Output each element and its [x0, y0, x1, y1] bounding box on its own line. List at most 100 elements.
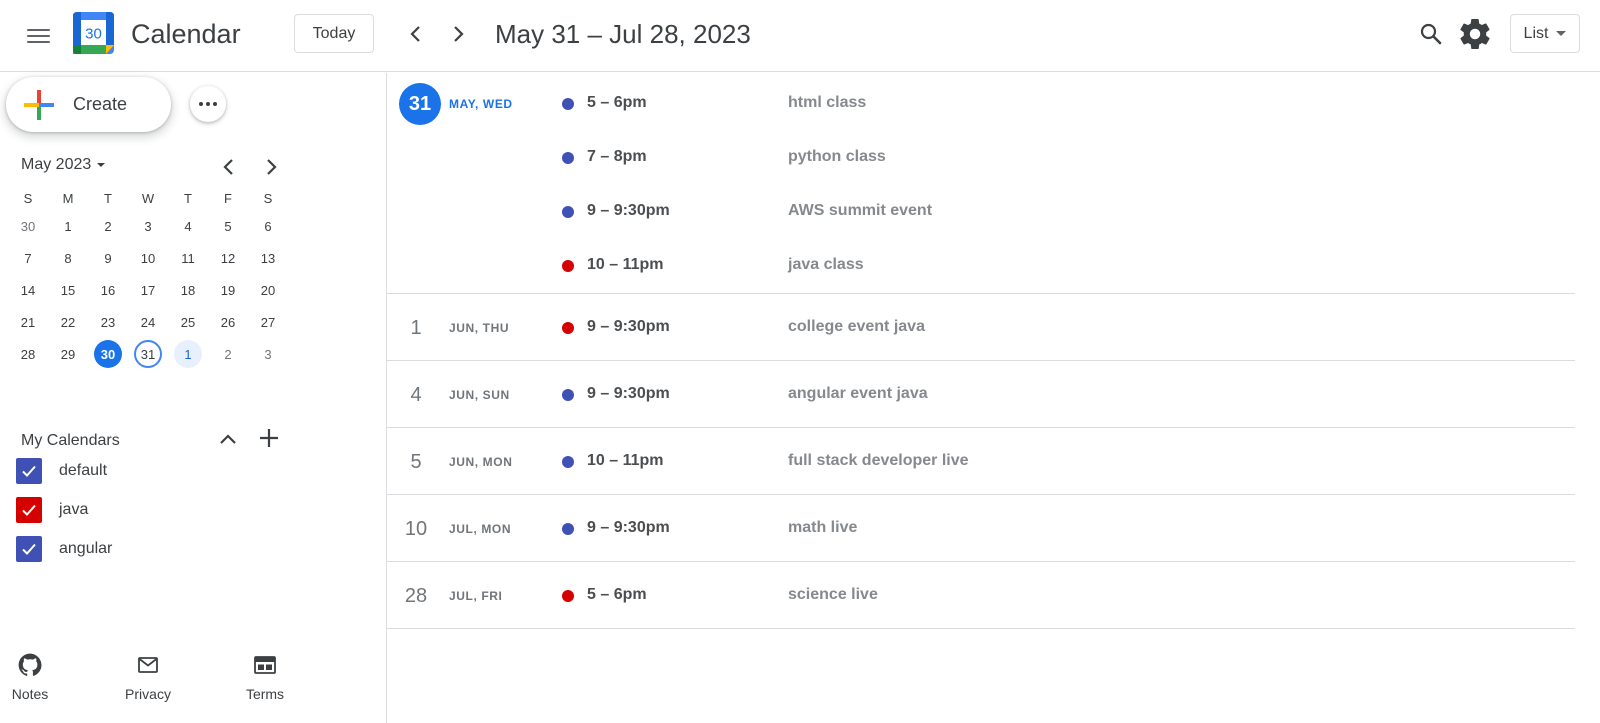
- calendar-item-java[interactable]: java: [16, 496, 88, 524]
- mini-calendar-week-row: 30 1 2 3 4 5 6: [8, 210, 288, 242]
- mini-calendar-day[interactable]: 14: [8, 274, 48, 306]
- event-color-dot-icon: [562, 98, 574, 110]
- event-time: 7 – 8pm: [587, 148, 647, 165]
- mini-calendar-day[interactable]: 3: [248, 338, 288, 370]
- mini-calendar-month-selector[interactable]: May 2023: [21, 156, 106, 174]
- mini-calendar-day-number: 30: [94, 340, 122, 368]
- event-item[interactable]: 5 – 6pm science live: [387, 576, 1575, 616]
- event-item[interactable]: 9 – 9:30pm AWS summit event: [387, 192, 1575, 232]
- mini-calendar-day[interactable]: 21: [8, 306, 48, 338]
- event-title: angular event java: [788, 385, 928, 402]
- mini-calendar-prev-button[interactable]: [214, 152, 244, 182]
- event-item[interactable]: 9 – 9:30pm college event java: [387, 308, 1575, 348]
- mini-calendar-day[interactable]: 28: [8, 338, 48, 370]
- mini-calendar-day-number: 25: [180, 314, 196, 330]
- mini-calendar-day[interactable]: 25: [168, 306, 208, 338]
- mini-calendar-day-number: 8: [64, 250, 72, 266]
- event-title: science live: [788, 586, 878, 603]
- event-item[interactable]: 5 – 6pm html class: [387, 84, 1575, 124]
- footer-link-label: Privacy: [125, 686, 171, 702]
- weekday-label: T: [184, 190, 192, 206]
- calendar-item-angular[interactable]: angular: [16, 535, 112, 563]
- settings-button[interactable]: [1457, 16, 1493, 52]
- event-item[interactable]: 10 – 11pm full stack developer live: [387, 442, 1575, 482]
- event-time: 5 – 6pm: [587, 94, 647, 111]
- mini-calendar-day[interactable]: 24: [128, 306, 168, 338]
- mini-calendar-day[interactable]: 2: [208, 338, 248, 370]
- mini-calendar-day[interactable]: 26: [208, 306, 248, 338]
- search-button[interactable]: [1413, 16, 1449, 52]
- mini-calendar-day[interactable]: 3: [128, 210, 168, 242]
- calendar-item-default[interactable]: default: [16, 457, 107, 485]
- mini-calendar-day[interactable]: 5: [208, 210, 248, 242]
- mini-calendar-day[interactable]: 10: [128, 242, 168, 274]
- view-selector-button[interactable]: List: [1510, 14, 1580, 53]
- event-color-dot-icon: [562, 523, 574, 535]
- mini-calendar-day[interactable]: 30: [88, 338, 128, 370]
- mini-calendar-day-number: 1: [64, 218, 72, 234]
- mini-calendar-day[interactable]: 9: [88, 242, 128, 274]
- previous-period-button[interactable]: [400, 16, 432, 52]
- event-item[interactable]: 9 – 9:30pm math live: [387, 509, 1575, 549]
- mini-calendar-day[interactable]: 22: [48, 306, 88, 338]
- mini-calendar-day[interactable]: 17: [128, 274, 168, 306]
- calendar-name: java: [59, 501, 89, 518]
- my-calendars-collapse-button[interactable]: [213, 425, 243, 455]
- mini-calendar-day[interactable]: 2: [88, 210, 128, 242]
- mini-calendar-day-number: 7: [24, 250, 32, 266]
- mini-calendar-day[interactable]: 18: [168, 274, 208, 306]
- checkmark-icon: [22, 543, 36, 555]
- mini-calendar-day[interactable]: 6: [248, 210, 288, 242]
- event-item[interactable]: 9 – 9:30pm angular event java: [387, 375, 1575, 415]
- event-item[interactable]: 10 – 11pm java class: [387, 246, 1575, 286]
- mini-calendar-day[interactable]: 16: [88, 274, 128, 306]
- event-title: full stack developer live: [788, 452, 969, 469]
- date-range-title: May 31 – Jul 28, 2023: [495, 19, 751, 49]
- mini-calendar-day[interactable]: 13: [248, 242, 288, 274]
- mini-calendar-day-number: 26: [220, 314, 236, 330]
- calendar-checkbox[interactable]: [16, 497, 42, 523]
- mini-calendar-day[interactable]: 29: [48, 338, 88, 370]
- mini-calendar-day[interactable]: 20: [248, 274, 288, 306]
- mini-calendar-day[interactable]: 12: [208, 242, 248, 274]
- today-button[interactable]: Today: [294, 14, 374, 53]
- mini-calendar-day[interactable]: 27: [248, 306, 288, 338]
- add-calendar-button[interactable]: [253, 422, 285, 454]
- mini-calendar-day-number: 3: [264, 346, 272, 362]
- terms-icon: [253, 650, 277, 680]
- create-button[interactable]: Create: [6, 77, 171, 132]
- chevron-left-icon: [223, 159, 233, 175]
- mini-calendar-day-number: 2: [224, 346, 232, 362]
- mini-calendar-next-button[interactable]: [256, 152, 286, 182]
- mini-calendar-day[interactable]: 7: [8, 242, 48, 274]
- event-time: 10 – 11pm: [587, 452, 664, 469]
- mini-calendar-day[interactable]: 23: [88, 306, 128, 338]
- mini-calendar-day-number: 18: [180, 282, 196, 298]
- mini-calendar-weekday-row: S M T W T F S: [8, 186, 288, 210]
- event-item[interactable]: 7 – 8pm python class: [387, 138, 1575, 178]
- mini-calendar-day[interactable]: 19: [208, 274, 248, 306]
- mini-calendar-day-number: 5: [224, 218, 232, 234]
- caret-down-icon: [97, 163, 106, 167]
- mini-calendar-day[interactable]: 4: [168, 210, 208, 242]
- mini-calendar-day[interactable]: 11: [168, 242, 208, 274]
- footer-link-notes[interactable]: Notes: [0, 650, 70, 702]
- mini-calendar-day[interactable]: 1: [48, 210, 88, 242]
- weekday-label: S: [263, 190, 273, 206]
- mini-calendar-day[interactable]: 15: [48, 274, 88, 306]
- calendar-checkbox[interactable]: [16, 458, 42, 484]
- mini-calendar-day[interactable]: 31: [128, 338, 168, 370]
- mini-calendar-day[interactable]: 1: [168, 338, 208, 370]
- mini-calendar-day[interactable]: 30: [8, 210, 48, 242]
- calendar-checkbox[interactable]: [16, 536, 42, 562]
- mini-calendar-month-label: May 2023: [21, 156, 92, 173]
- mini-calendar-week-row: 21 22 23 24 25 26 27: [8, 306, 288, 338]
- footer-link-privacy[interactable]: Privacy: [108, 650, 188, 702]
- mini-calendar-day[interactable]: 8: [48, 242, 88, 274]
- next-period-button[interactable]: [442, 16, 474, 52]
- mini-calendar-grid: S M T W T F S 30 1 2 3 4 5 6 7 8 9 10 11 12 13 14 15 16 1…: [8, 186, 288, 370]
- more-options-button[interactable]: [190, 86, 226, 122]
- main-menu-button[interactable]: [18, 16, 58, 56]
- mini-calendar-day-number: 12: [220, 250, 236, 266]
- footer-link-terms[interactable]: Terms: [225, 650, 305, 702]
